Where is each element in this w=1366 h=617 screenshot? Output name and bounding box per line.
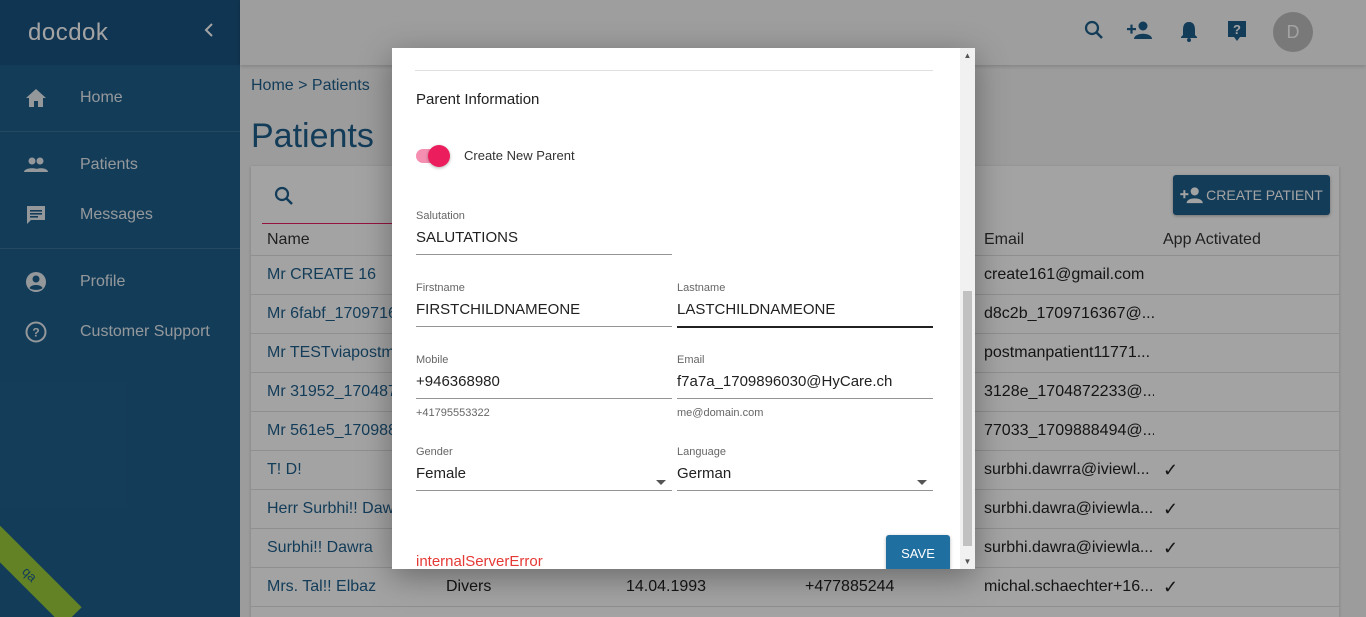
field-label: Salutation xyxy=(416,210,465,222)
language-value[interactable]: German xyxy=(677,465,933,487)
gender-select[interactable]: Gender Female xyxy=(416,446,672,491)
divider xyxy=(415,70,933,71)
dropdown-arrow-icon[interactable] xyxy=(917,480,927,485)
firstname-input[interactable]: FIRSTCHILDNAMEONE xyxy=(416,301,672,323)
scrollbar[interactable]: ▲ ▼ xyxy=(960,48,975,569)
scrollbar-thumb[interactable] xyxy=(963,291,972,546)
lastname-field[interactable]: Lastname LASTCHILDNAMEONE xyxy=(677,282,933,328)
create-new-parent-toggle[interactable] xyxy=(416,145,452,167)
gender-value[interactable]: Female xyxy=(416,465,672,487)
field-label: Firstname xyxy=(416,282,465,294)
save-button[interactable]: SAVE xyxy=(886,535,950,569)
section-title: Parent Information xyxy=(416,91,540,108)
field-hint: me@domain.com xyxy=(677,407,764,419)
field-label: Email xyxy=(677,354,705,366)
field-label: Gender xyxy=(416,446,453,458)
underline xyxy=(416,490,672,491)
underline xyxy=(416,398,672,399)
underline xyxy=(677,398,933,399)
field-label: Language xyxy=(677,446,726,458)
salutation-field[interactable]: Salutation SALUTATIONS xyxy=(416,210,672,255)
mobile-field[interactable]: Mobile +946368980 +41795553322 xyxy=(416,354,672,419)
language-select[interactable]: Language German xyxy=(677,446,933,491)
scroll-down-arrow-icon[interactable]: ▼ xyxy=(960,554,975,569)
underline xyxy=(677,326,933,328)
firstname-field[interactable]: Firstname FIRSTCHILDNAMEONE xyxy=(416,282,672,327)
underline xyxy=(416,326,672,327)
field-hint: +41795553322 xyxy=(416,407,490,419)
toggle-thumb xyxy=(428,145,450,167)
email-field[interactable]: Email f7a7a_1709896030@HyCare.ch me@doma… xyxy=(677,354,933,419)
mobile-input[interactable]: +946368980 xyxy=(416,373,672,395)
field-label: Mobile xyxy=(416,354,449,366)
error-message: internalServerError xyxy=(416,553,543,569)
lastname-input[interactable]: LASTCHILDNAMEONE xyxy=(677,301,933,323)
scroll-up-arrow-icon[interactable]: ▲ xyxy=(960,48,975,63)
underline xyxy=(677,490,933,491)
dropdown-arrow-icon[interactable] xyxy=(656,480,666,485)
field-label: Lastname xyxy=(677,282,726,294)
toggle-label: Create New Parent xyxy=(464,148,575,163)
create-patient-dialog: Parent Information Create New Parent Sal… xyxy=(392,48,975,569)
salutation-input[interactable]: SALUTATIONS xyxy=(416,229,672,251)
underline xyxy=(416,254,672,255)
email-input[interactable]: f7a7a_1709896030@HyCare.ch xyxy=(677,373,933,395)
